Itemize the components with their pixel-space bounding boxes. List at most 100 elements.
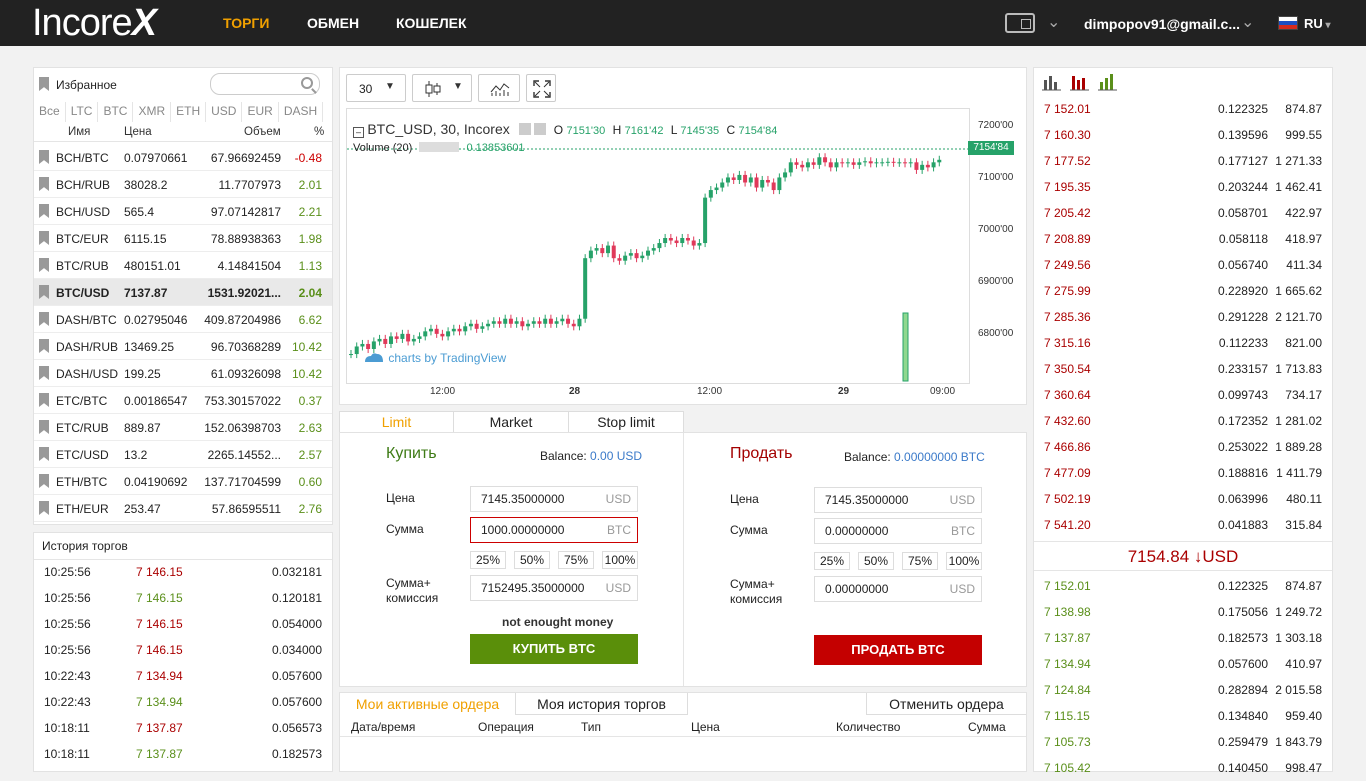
market-row[interactable]: DASH/BTC 0.02795046 409.87204986 6.62 (34, 306, 332, 333)
market-row[interactable]: ETC/RUB 889.87 152.06398703 2.63 (34, 414, 332, 441)
bookmark-icon[interactable] (39, 150, 49, 164)
ask-row[interactable]: 7 249.56 0.056740 411.34 (1034, 252, 1332, 278)
sell-total-input[interactable]: 0.00000000 USD (814, 576, 982, 602)
market-row[interactable]: ETC/BTC 0.00186547 753.30157022 0.37 (34, 387, 332, 414)
bookmark-icon[interactable] (39, 204, 49, 218)
collapse-icon[interactable]: – (353, 127, 364, 138)
volume-controls-icon[interactable] (419, 142, 460, 152)
gear-icon[interactable] (534, 123, 547, 135)
market-row[interactable]: ETH/EUR 253.47 57.86595511 2.76 (34, 495, 332, 522)
buy-total-input[interactable]: 7152495.35000000 USD (470, 575, 638, 601)
ask-row[interactable]: 7 541.20 0.041883 315.84 (1034, 512, 1332, 538)
bid-row[interactable]: 7 115.15 0.134840 959.40 (1034, 703, 1332, 729)
market-row[interactable]: ETH/BTC 0.04190692 137.71704599 0.60 (34, 468, 332, 495)
currency-tab[interactable]: EUR (242, 102, 279, 122)
market-row[interactable]: DASH/RUB 13469.25 96.70368289 10.42 (34, 333, 332, 360)
user-email[interactable]: dimpopov91@gmail.c... (1084, 16, 1240, 32)
chevron-down-icon[interactable]: ⌄ (1241, 12, 1254, 32)
bookmark-icon[interactable] (39, 420, 49, 434)
ask-row[interactable]: 7 432.60 0.172352 1 281.02 (1034, 408, 1332, 434)
nav-wallet[interactable]: КОШЕЛЕК (396, 15, 467, 31)
bookmark-icon[interactable] (39, 258, 49, 272)
currency-tab[interactable]: BTC (98, 102, 134, 122)
cancel-orders-button[interactable]: Отменить ордера (866, 693, 1026, 715)
ask-row[interactable]: 7 208.89 0.058118 418.97 (1034, 226, 1332, 252)
chart-type-select[interactable]: ▼ (412, 74, 472, 102)
buy-price-input[interactable]: 7145.35000000 USD (470, 486, 638, 512)
nav-exchange[interactable]: ОБМЕН (307, 15, 359, 31)
market-row[interactable]: BCH/RUB 38028.2 11.7707973 2.01 (34, 171, 332, 198)
ask-row[interactable]: 7 160.30 0.139596 999.55 (1034, 122, 1332, 148)
bookmark-icon[interactable] (39, 285, 49, 299)
tab-stop-limit[interactable]: Stop limit (568, 411, 684, 433)
bid-row[interactable]: 7 105.73 0.259479 1 843.79 (1034, 729, 1332, 755)
buy-pct-75[interactable]: 75% (558, 551, 594, 569)
bookmark-icon[interactable] (39, 312, 49, 326)
sell-pct-75[interactable]: 75% (902, 552, 938, 570)
bid-row[interactable]: 7 138.98 0.175056 1 249.72 (1034, 599, 1332, 625)
ask-row[interactable]: 7 466.86 0.253022 1 889.28 (1034, 434, 1332, 460)
ask-row[interactable]: 7 285.36 0.291228 2 121.70 (1034, 304, 1332, 330)
tab-limit[interactable]: Limit (339, 411, 454, 433)
bookmark-icon[interactable] (39, 474, 49, 488)
buy-amount-input[interactable]: 1000.00000000 BTC (470, 517, 638, 543)
currency-tab[interactable]: DASH (279, 102, 324, 122)
bid-row[interactable]: 7 137.87 0.182573 1 303.18 (1034, 625, 1332, 651)
sell-pct-50[interactable]: 50% (858, 552, 894, 570)
ask-row[interactable]: 7 360.64 0.099743 734.17 (1034, 382, 1332, 408)
bookmark-icon[interactable] (39, 177, 49, 191)
flag-ru-icon[interactable] (1278, 16, 1298, 30)
book-all-icon[interactable] (1042, 72, 1062, 92)
sell-price-input[interactable]: 7145.35000000 USD (814, 487, 982, 513)
tab-trade-history[interactable]: Моя история торгов (516, 693, 688, 715)
bid-row[interactable]: 7 124.84 0.282894 2 015.58 (1034, 677, 1332, 703)
market-row[interactable]: ETC/USD 13.2 2265.14552... 2.57 (34, 441, 332, 468)
fullscreen-button[interactable] (526, 74, 556, 102)
currency-tab[interactable]: Все (34, 102, 66, 122)
ask-row[interactable]: 7 350.54 0.233157 1 713.83 (1034, 356, 1332, 382)
ask-row[interactable]: 7 205.42 0.058701 422.97 (1034, 200, 1332, 226)
book-bids-icon[interactable] (1098, 72, 1118, 92)
buy-pct-50[interactable]: 50% (514, 551, 550, 569)
currency-tab[interactable]: USD (206, 102, 243, 122)
ask-row[interactable]: 7 502.19 0.063996 480.11 (1034, 486, 1332, 512)
book-asks-icon[interactable] (1070, 72, 1090, 92)
currency-tab[interactable]: ETH (171, 102, 207, 122)
bid-row[interactable]: 7 152.01 0.122325 874.87 (1034, 573, 1332, 599)
market-row[interactable]: BCH/USD 565.4 97.07142817 2.21 (34, 198, 332, 225)
market-row[interactable]: DASH/USD 199.25 61.09326098 10.42 (34, 360, 332, 387)
interval-select[interactable]: 30 ▼ (346, 74, 406, 102)
ask-row[interactable]: 7 477.09 0.188816 1 411.79 (1034, 460, 1332, 486)
ask-row[interactable]: 7 177.52 0.177127 1 271.33 (1034, 148, 1332, 174)
eye-icon[interactable] (519, 123, 532, 135)
bookmark-icon[interactable] (39, 393, 49, 407)
market-row[interactable]: BTC/EUR 6115.15 78.88938363 1.98 (34, 225, 332, 252)
bookmark-icon[interactable] (39, 447, 49, 461)
sell-pct-100[interactable]: 100% (946, 552, 982, 570)
logo[interactable]: IncoreX (32, 4, 157, 42)
currency-tab[interactable]: LTC (66, 102, 99, 122)
nav-trading[interactable]: ТОРГИ (223, 15, 269, 31)
price-chart[interactable]: – BTC_USD, 30, Incorex O 7151'30 H 7161'… (346, 108, 970, 384)
ask-row[interactable]: 7 152.01 0.122325 874.87 (1034, 96, 1332, 122)
bookmark-icon[interactable] (39, 231, 49, 245)
ask-row[interactable]: 7 275.99 0.228920 1 665.62 (1034, 278, 1332, 304)
bookmark-icon[interactable] (39, 339, 49, 353)
bookmark-icon[interactable] (39, 366, 49, 380)
buy-pct-25[interactable]: 25% (470, 551, 506, 569)
ask-row[interactable]: 7 195.35 0.203244 1 462.41 (1034, 174, 1332, 200)
buy-button[interactable]: КУПИТЬ BTC (470, 634, 638, 664)
sell-button[interactable]: ПРОДАТЬ BTC (814, 635, 982, 665)
currency-tab[interactable]: XMR (133, 102, 172, 122)
market-row[interactable]: BTC/RUB 480151.01 4.14841504 1.13 (34, 252, 332, 279)
tab-market[interactable]: Market (453, 411, 569, 433)
chevron-down-icon[interactable]: ⌄ (1047, 12, 1060, 32)
buy-pct-100[interactable]: 100% (602, 551, 638, 569)
ask-row[interactable]: 7 315.16 0.112233 821.00 (1034, 330, 1332, 356)
bid-row[interactable]: 7 105.42 0.140450 998.47 (1034, 755, 1332, 781)
sell-pct-25[interactable]: 25% (814, 552, 850, 570)
search-input[interactable] (210, 73, 320, 95)
tab-active-orders[interactable]: Мои активные ордера (340, 693, 516, 715)
bookmark-icon[interactable] (39, 501, 49, 515)
bid-row[interactable]: 7 134.94 0.057600 410.97 (1034, 651, 1332, 677)
